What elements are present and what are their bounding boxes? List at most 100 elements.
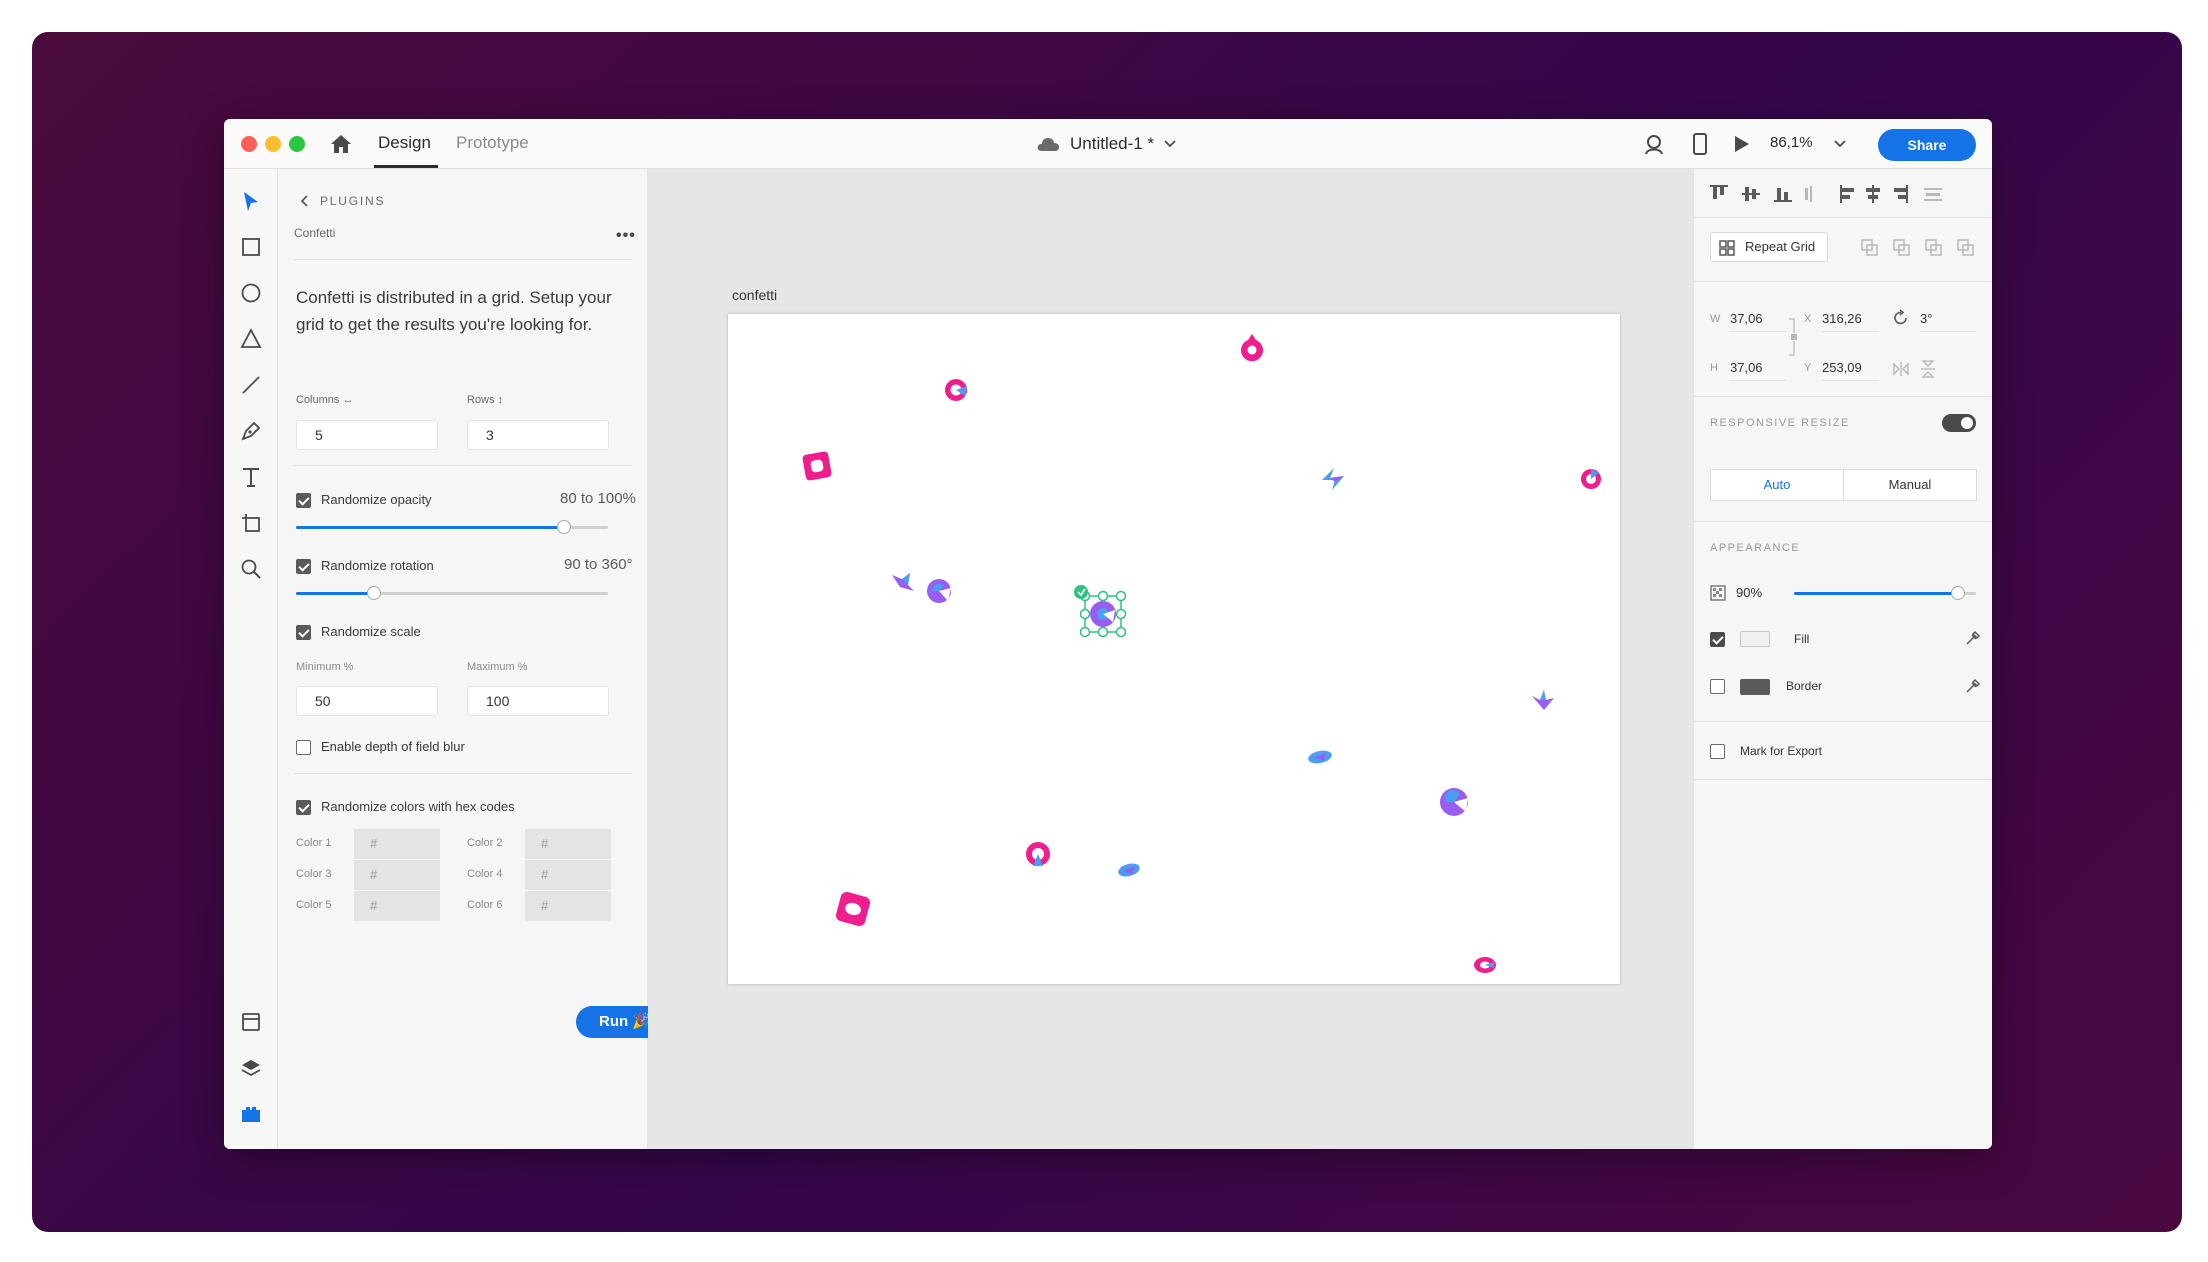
randomize-opacity-label: Randomize opacity (321, 492, 432, 507)
back-chevron-icon[interactable] (300, 195, 310, 207)
confetti-piece[interactable] (1578, 466, 1604, 492)
columns-input[interactable]: 5 (296, 420, 438, 450)
play-icon[interactable] (1729, 132, 1753, 156)
zoom-window-button[interactable] (289, 136, 305, 152)
confetti-piece[interactable] (1238, 332, 1266, 362)
rotate-icon (1894, 309, 1907, 325)
border-swatch[interactable] (1740, 679, 1770, 695)
confetti-piece[interactable] (1528, 686, 1556, 714)
color-2-input[interactable]: # (525, 829, 611, 859)
repeat-grid-button[interactable]: Repeat Grid (1710, 232, 1828, 262)
rows-input[interactable]: 3 (467, 420, 609, 450)
color-6-label: Color 6 (467, 899, 503, 911)
boolean-ops-icons[interactable] (1860, 238, 1980, 258)
confetti-piece[interactable] (1316, 464, 1350, 496)
height-value[interactable]: 37,06 (1730, 360, 1763, 375)
artboard[interactable] (728, 314, 1620, 984)
line-tool-icon[interactable] (238, 372, 264, 398)
select-tool-icon[interactable] (238, 189, 264, 215)
cloud-icon (1037, 138, 1059, 151)
document-title-menu[interactable]: Untitled-1 * (1036, 131, 1176, 157)
rectangle-tool-icon[interactable] (238, 234, 264, 260)
confetti-piece[interactable] (1472, 954, 1498, 976)
pen-tool-icon[interactable] (238, 418, 264, 444)
y-value[interactable]: 253,09 (1822, 360, 1862, 375)
confetti-piece[interactable] (800, 449, 834, 483)
polygon-tool-icon[interactable] (238, 326, 264, 352)
design-canvas[interactable]: confetti (648, 169, 1693, 1149)
confetti-piece[interactable] (888, 569, 918, 597)
plugins-panel-icon[interactable] (238, 1101, 264, 1127)
depth-of-field-label: Enable depth of field blur (321, 739, 465, 754)
opacity-value[interactable]: 90% (1736, 585, 1762, 600)
tab-prototype[interactable]: Prototype (456, 133, 529, 153)
border-checkbox[interactable] (1710, 679, 1725, 694)
home-icon[interactable] (328, 131, 354, 157)
mark-for-export-checkbox[interactable] (1710, 744, 1725, 759)
minimum-input[interactable]: 50 (296, 686, 438, 716)
randomize-opacity-checkbox[interactable] (296, 493, 311, 508)
assets-panel-icon[interactable] (238, 1009, 264, 1035)
flip-vertical-icon[interactable] (1920, 359, 1936, 379)
device-preview-icon[interactable] (1688, 132, 1712, 156)
rotation-slider-fill (296, 592, 374, 595)
opacity-slider-thumb[interactable] (1950, 586, 1965, 600)
confetti-piece[interactable] (1304, 746, 1336, 768)
fill-swatch[interactable] (1740, 631, 1770, 647)
opacity-slider[interactable] (296, 520, 608, 534)
rotation-slider[interactable] (296, 586, 608, 600)
color-1-input[interactable]: # (354, 829, 440, 859)
opacity-slider-thumb[interactable] (557, 520, 572, 534)
confetti-piece[interactable] (1436, 784, 1472, 820)
confetti-piece[interactable] (833, 889, 873, 929)
mark-for-export-label: Mark for Export (1740, 744, 1823, 758)
tab-design[interactable]: Design (378, 133, 431, 153)
user-icon[interactable] (1642, 132, 1666, 156)
color-5-label: Color 5 (296, 899, 332, 911)
layers-panel-icon[interactable] (238, 1055, 264, 1081)
auto-segment[interactable]: Auto (1710, 469, 1844, 501)
opacity-slider[interactable] (1794, 586, 1976, 600)
artboard-name[interactable]: confetti (732, 287, 777, 303)
manual-segment[interactable]: Manual (1843, 469, 1977, 501)
divider (1730, 331, 1786, 332)
x-value[interactable]: 316,26 (1822, 311, 1862, 326)
divider (1694, 779, 1992, 780)
eyedropper-icon[interactable] (1964, 677, 1982, 695)
zoom-chevron-icon[interactable] (1834, 140, 1846, 148)
artboard-tool-icon[interactable] (238, 510, 264, 536)
share-button[interactable]: Share (1878, 129, 1976, 161)
plugins-back-link[interactable]: PLUGINS (320, 194, 385, 208)
depth-of-field-checkbox[interactable] (296, 740, 311, 755)
ellipse-tool-icon[interactable] (238, 280, 264, 306)
color-6-input[interactable]: # (525, 891, 611, 921)
maximum-input[interactable]: 100 (467, 686, 609, 716)
minimize-window-button[interactable] (265, 136, 281, 152)
close-window-button[interactable] (241, 136, 257, 152)
more-options-icon[interactable]: ••• (616, 227, 636, 245)
divider (294, 259, 632, 260)
zoom-level[interactable]: 86,1% (1770, 134, 1813, 151)
color-5-input[interactable]: # (354, 891, 440, 921)
rotation-slider-thumb[interactable] (367, 586, 381, 600)
responsive-resize-toggle[interactable] (1942, 414, 1976, 432)
zoom-tool-icon[interactable] (238, 556, 264, 582)
selected-confetti-piece[interactable] (1073, 584, 1133, 644)
confetti-piece[interactable] (1114, 859, 1144, 881)
rotation-value[interactable]: 3° (1920, 311, 1932, 326)
randomize-scale-checkbox[interactable] (296, 625, 311, 640)
color-4-input[interactable]: # (525, 860, 611, 890)
confetti-piece[interactable] (943, 377, 969, 403)
color-3-input[interactable]: # (354, 860, 440, 890)
text-tool-icon[interactable] (238, 464, 264, 490)
randomize-rotation-checkbox[interactable] (296, 559, 311, 574)
confetti-piece[interactable] (924, 576, 954, 606)
eyedropper-icon[interactable] (1964, 629, 1982, 647)
lock-aspect-icon[interactable] (1788, 317, 1800, 357)
divider (1822, 331, 1878, 332)
randomize-colors-checkbox[interactable] (296, 800, 311, 815)
fill-checkbox[interactable] (1710, 632, 1725, 647)
width-value[interactable]: 37,06 (1730, 311, 1763, 326)
flip-horizontal-icon[interactable] (1892, 361, 1910, 377)
confetti-piece[interactable] (1023, 839, 1053, 869)
